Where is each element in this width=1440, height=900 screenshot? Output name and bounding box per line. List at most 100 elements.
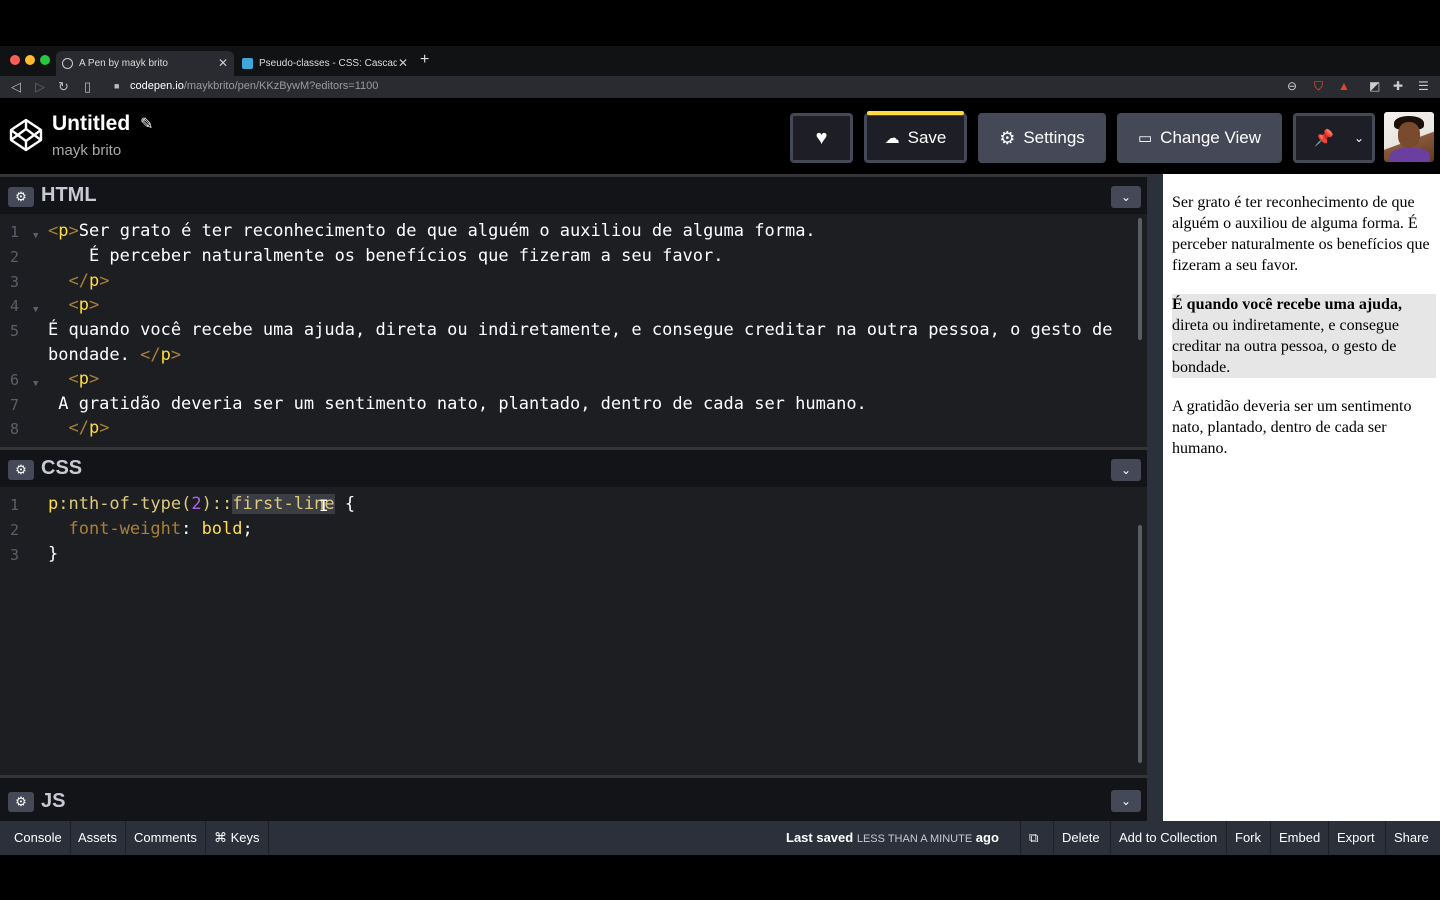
css-code-area[interactable]: 1 p:nth-of-type(2)::first-line { 𝙸 2 fon… [0, 487, 1147, 775]
preview-paragraph-1: Ser grato é ter reconhecimento de que al… [1172, 194, 1430, 274]
share-button[interactable]: Share [1385, 821, 1437, 855]
brave-rewards-icon[interactable]: ▲ [1338, 79, 1350, 93]
preview-paragraph-2-rest: direta ou indiretamente, e consegue cred… [1172, 317, 1400, 376]
fork-button[interactable]: Fork [1226, 821, 1269, 855]
save-button[interactable]: ☁ Save [864, 113, 967, 163]
gear-icon: ⚙ [999, 127, 1016, 148]
brave-shield-icon[interactable]: ⛉ [1314, 79, 1323, 94]
last-saved-prefix: Last saved [786, 830, 854, 845]
assets-button[interactable]: Assets [70, 821, 127, 855]
codepen-favicon-icon [62, 58, 73, 69]
css-settings-gear-icon[interactable]: ⚙ [8, 460, 34, 480]
new-tab-button[interactable]: + [420, 51, 429, 69]
settings-label: Settings [1023, 128, 1085, 147]
zoom-icon[interactable]: ⊖ [1287, 79, 1297, 93]
last-saved-suffix: ago [975, 830, 999, 845]
code-line: font-weight: bold; [68, 519, 253, 539]
embed-button[interactable]: Embed [1270, 821, 1328, 855]
line-number: 1 [10, 496, 20, 514]
tab-label: Pseudo-classes - CSS: Cascading Style Sh… [259, 58, 397, 69]
puzzle-icon[interactable]: ✚ [1393, 79, 1403, 93]
change-view-button[interactable]: ▭ Change View [1117, 113, 1282, 163]
code-line: <p> [68, 295, 100, 315]
comments-button[interactable]: Comments [126, 821, 206, 855]
js-settings-gear-icon[interactable]: ⚙ [8, 792, 34, 812]
browser-tab-codepen[interactable]: A Pen by mayk brito ✕ [56, 51, 234, 76]
js-panel-header: ⚙ JS ⌄ [0, 775, 1147, 821]
add-to-collection-button[interactable]: Add to Collection [1110, 821, 1225, 855]
css-editor-panel: ⚙ CSS ⌄ 1 p:nth-of-type(2)::first-line {… [0, 447, 1147, 775]
line-number: 6 [10, 371, 20, 389]
open-external-icon[interactable]: ⧉ [1020, 821, 1046, 855]
html-settings-gear-icon[interactable]: ⚙ [8, 187, 34, 207]
minimize-window-button[interactable] [25, 55, 35, 65]
user-avatar[interactable] [1384, 112, 1434, 162]
console-button[interactable]: Console [6, 821, 71, 855]
url-path: /maykbrito/pen/KKzBywM?editors=1100 [183, 80, 379, 92]
css-panel-header: ⚙ CSS ⌄ [0, 447, 1147, 487]
html-code-area[interactable]: 1 ▼ <p>Ser grato é ter reconhecimento de… [0, 214, 1147, 447]
chevron-down-icon[interactable]: ⌄ [1354, 131, 1364, 145]
browser-tab-mdn[interactable]: Pseudo-classes - CSS: Cascading Style Sh… [236, 51, 414, 76]
avatar-shirt [1390, 148, 1430, 162]
last-saved-caps: LESS THAN A MINUTE [856, 833, 973, 845]
js-editor-panel: ⚙ JS ⌄ [0, 775, 1147, 821]
line-number: 7 [10, 396, 20, 414]
pen-author[interactable]: mayk brito [52, 142, 121, 159]
settings-button[interactable]: ⚙ Settings [978, 113, 1106, 163]
fold-arrow-icon[interactable]: ▼ [33, 372, 38, 397]
fold-arrow-icon[interactable]: ▼ [33, 224, 38, 249]
browser-window: A Pen by mayk brito ✕ Pseudo-classes - C… [0, 46, 1440, 855]
close-tab-icon[interactable]: ✕ [218, 56, 228, 70]
edit-title-pencil-icon[interactable]: ✎ [140, 114, 153, 134]
maximize-window-button[interactable] [40, 55, 50, 65]
preview-paragraph-3: A gratidão deveria ser um sentimento nat… [1172, 398, 1412, 457]
code-line: p:nth-of-type(2)::first-line { [48, 494, 356, 514]
code-line-wrapped: bondade. </p> [48, 345, 182, 365]
html-collapse-chevron-icon[interactable]: ⌄ [1111, 186, 1141, 208]
code-line: } [48, 544, 59, 564]
line-number: 2 [10, 521, 20, 539]
line-number: 2 [10, 248, 20, 266]
extension-icon[interactable]: ◩ [1369, 79, 1380, 93]
html-panel-title: HTML [41, 184, 97, 206]
menu-icon[interactable]: ☰ [1418, 79, 1429, 93]
delete-button[interactable]: Delete [1053, 821, 1108, 855]
footer-bar: Console Assets Comments ⌘ Keys Last save… [0, 821, 1440, 855]
pin-icon: 📌 [1314, 130, 1334, 147]
code-line: <p> [68, 369, 100, 389]
js-panel-title: JS [41, 790, 66, 812]
export-button[interactable]: Export [1328, 821, 1383, 855]
css-scrollbar[interactable] [1138, 525, 1142, 763]
reload-icon[interactable]: ↻ [58, 79, 69, 95]
code-line: É perceber naturalmente os benefícios qu… [48, 246, 724, 266]
bookmark-icon[interactable]: ▯ [84, 79, 91, 95]
back-icon[interactable]: ◁ [11, 79, 21, 95]
line-number: 4 [10, 297, 20, 315]
code-line: A gratidão deveria ser um sentimento nat… [48, 394, 867, 414]
like-button[interactable]: ♥ [790, 113, 853, 163]
preview-resize-handle[interactable] [1147, 174, 1163, 821]
fold-arrow-icon[interactable]: ▼ [33, 298, 38, 323]
save-label: Save [907, 128, 947, 147]
result-preview: Ser grato é ter reconhecimento de que al… [1163, 174, 1440, 821]
heart-icon: ♥ [815, 126, 828, 149]
mdn-favicon-icon [242, 58, 253, 69]
html-scrollbar[interactable] [1138, 218, 1142, 340]
line-number: 3 [10, 546, 20, 564]
codepen-logo-icon[interactable] [8, 117, 44, 153]
url-field[interactable]: codepen.io/maykbrito/pen/KKzBywM?editors… [130, 80, 378, 92]
close-tab-icon[interactable]: ✕ [398, 56, 408, 70]
close-window-button[interactable] [10, 55, 20, 65]
html-editor-panel: ⚙ HTML ⌄ 1 ▼ <p>Ser grato é ter reconhec… [0, 174, 1147, 447]
line-number: 5 [10, 322, 20, 340]
html-panel-header: ⚙ HTML ⌄ [0, 174, 1147, 214]
pen-title[interactable]: Untitled [52, 112, 130, 136]
pin-button[interactable]: 📌 ⌄ [1293, 113, 1375, 163]
forward-icon[interactable]: ▷ [35, 79, 45, 95]
cloud-icon: ☁ [884, 130, 900, 147]
css-collapse-chevron-icon[interactable]: ⌄ [1111, 459, 1141, 481]
keys-button[interactable]: ⌘ Keys [206, 821, 269, 855]
js-collapse-chevron-icon[interactable]: ⌄ [1111, 790, 1141, 812]
line-number: 3 [10, 273, 20, 291]
